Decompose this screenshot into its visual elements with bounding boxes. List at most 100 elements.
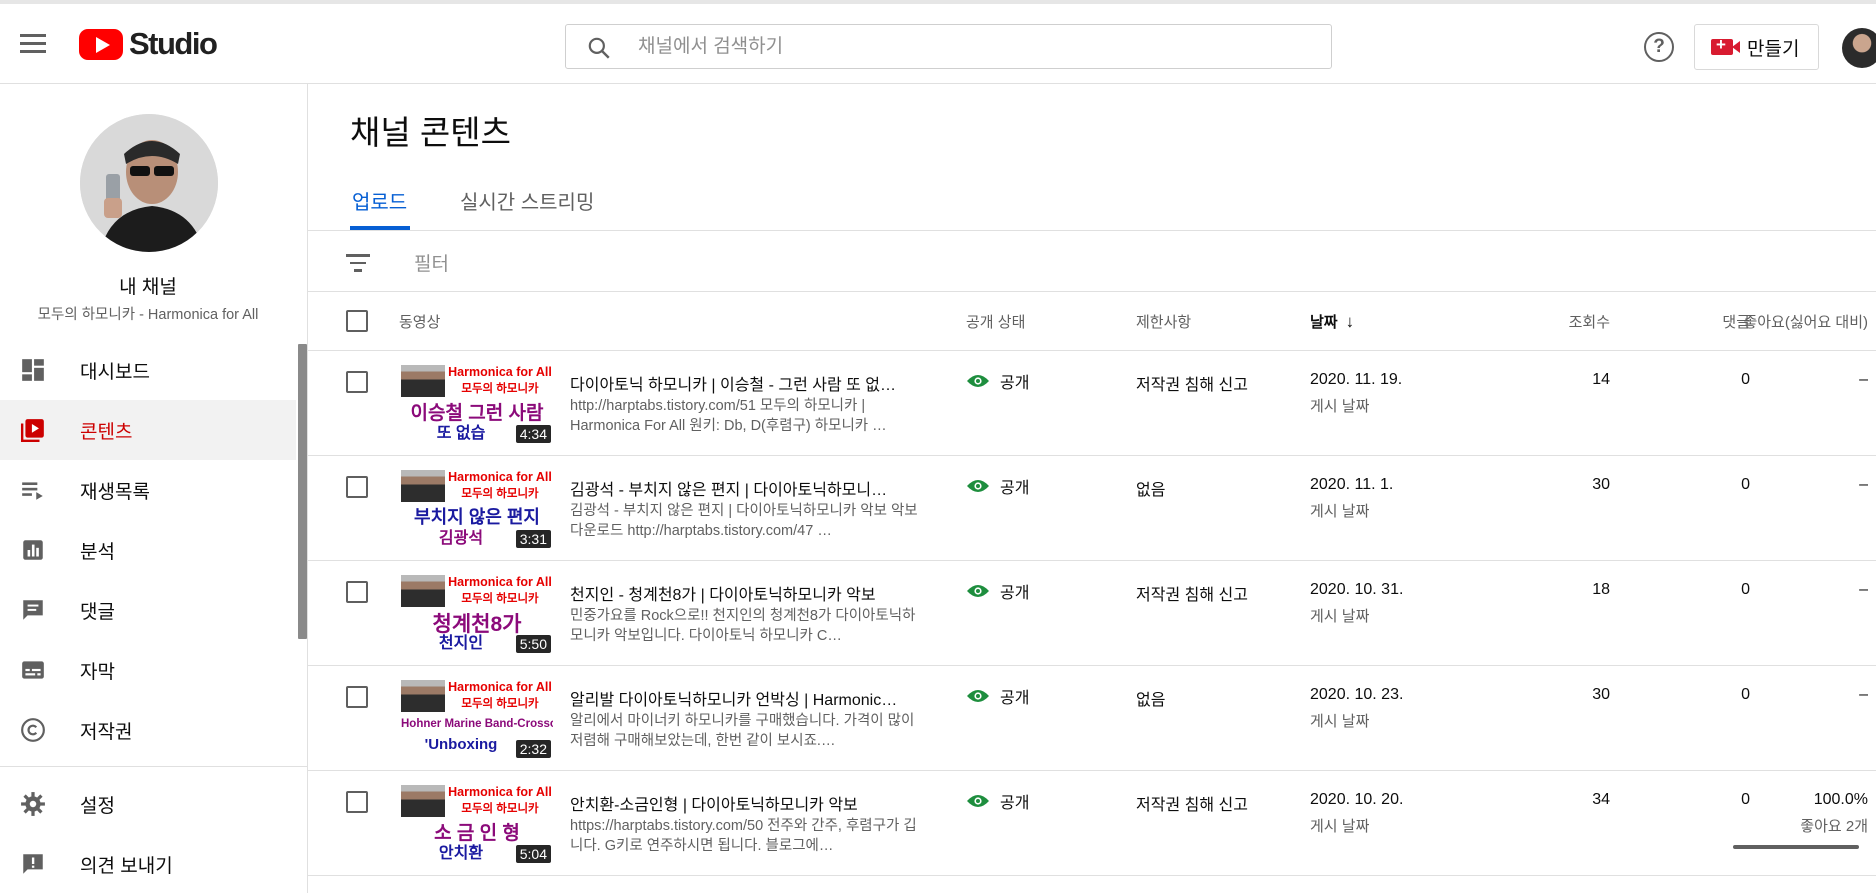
restriction-status[interactable]: 저작권 침해 신고 (1136, 791, 1248, 815)
account-avatar[interactable] (1842, 28, 1876, 68)
sidebar-item-feedback[interactable]: 의견 보내기 (0, 834, 296, 894)
video-description: http://harptabs.tistory.com/51 모두의 하모니카 … (570, 398, 887, 434)
video-title[interactable]: 김광석 - 부치지 않은 편지 | 다이아토닉하모니… (570, 476, 925, 500)
visibility-status[interactable]: 공개 (966, 684, 1029, 708)
video-thumbnail[interactable]: Harmonica for All 모두의 하모니카 소 금 인 형 안치환 5… (401, 785, 553, 865)
video-thumbnail[interactable]: Harmonica for All 모두의 하모니카 부치지 않은 편지 김광석… (401, 470, 553, 550)
table-row[interactable]: Harmonica for All 모두의 하모니카 이승철 그런 사람 또 없… (308, 351, 1876, 456)
like-ratio: – (1859, 476, 1868, 493)
restriction-status[interactable]: 저작권 침해 신고 (1136, 581, 1248, 605)
visibility-label: 공개 (1000, 375, 1030, 392)
sidebar-item-analytics[interactable]: 분석 (0, 520, 296, 580)
search-icon (588, 37, 610, 59)
video-thumbnail[interactable]: Harmonica for All 모두의 하모니카 Hohner Marine… (401, 680, 553, 760)
thumbnail-photo (401, 575, 445, 607)
thumbnail-text: Harmonica for All (448, 365, 552, 379)
sidebar-item-subtitles[interactable]: 자막 (0, 640, 296, 700)
sidebar-item-label: 설정 (80, 795, 115, 817)
visibility-status[interactable]: 공개 (966, 369, 1029, 393)
publish-date: 2020. 10. 31. (1310, 581, 1404, 598)
column-header-likes[interactable]: 좋아요(싫어요 대비) (1708, 311, 1868, 332)
playlist-icon (22, 482, 43, 500)
like-count: 좋아요 2개 (1800, 818, 1868, 835)
comment-count: 0 (1741, 371, 1750, 388)
analytics-icon (23, 540, 43, 560)
search-input[interactable] (636, 25, 1316, 68)
create-button[interactable]: 만들기 (1694, 24, 1819, 70)
subtitles-icon (22, 661, 44, 679)
channel-avatar-photo (80, 114, 218, 252)
thumbnail-text: Harmonica for All (448, 575, 552, 589)
help-icon[interactable]: ? (1644, 32, 1674, 62)
tab-uploads[interactable]: 업로드 (352, 186, 407, 230)
table-row[interactable]: Harmonica for All 모두의 하모니카 소 금 인 형 안치환 5… (308, 771, 1876, 876)
visibility-label: 공개 (1000, 480, 1030, 497)
video-title[interactable]: 다이아토닉 하모니카 | 이승철 - 그런 사람 또 없… (570, 371, 925, 395)
visibility-status[interactable]: 공개 (966, 579, 1029, 603)
comment-count: 0 (1741, 791, 1750, 808)
sidebar-divider (0, 766, 308, 767)
channel-name: 모두의 하모니카 - Harmonica for All (37, 307, 259, 323)
column-header-views[interactable]: 조회수 (1478, 311, 1610, 332)
video-title[interactable]: 안치환-소금인형 | 다이아토닉하모니카 악보 (570, 791, 925, 815)
select-all-checkbox[interactable] (346, 310, 368, 332)
thumbnail-text: Harmonica for All (448, 785, 552, 799)
sidebar-item-dashboard[interactable]: 대시보드 (0, 340, 296, 400)
row-checkbox[interactable] (346, 686, 368, 708)
thumbnail-text: 모두의 하모니카 (461, 803, 539, 815)
thumbnail-photo (401, 365, 445, 397)
row-checkbox[interactable] (346, 371, 368, 393)
sidebar-item-settings[interactable]: 설정 (0, 774, 296, 834)
restriction-status[interactable]: 저작권 침해 신고 (1136, 371, 1248, 395)
tab-live-streaming[interactable]: 실시간 스트리밍 (460, 186, 594, 230)
row-checkbox[interactable] (346, 581, 368, 603)
visibility-status[interactable]: 공개 (966, 474, 1029, 498)
sidebar-scrollbar[interactable] (298, 344, 307, 639)
video-description: 민중가요를 Rock으로!! 천지인의 청계천8가 다이아토닉하모니카 악보입니… (570, 608, 916, 644)
channel-search-box[interactable] (565, 24, 1332, 69)
like-ratio-bar (1733, 845, 1859, 849)
restriction-status[interactable]: 없음 (1136, 686, 1165, 710)
video-duration: 3:31 (515, 530, 551, 548)
sidebar-item-copyright[interactable]: 저작권 (0, 700, 296, 760)
row-checkbox[interactable] (346, 791, 368, 813)
like-ratio: – (1859, 371, 1868, 388)
filter-divider (308, 291, 1876, 292)
video-thumbnail[interactable]: Harmonica for All 모두의 하모니카 청계천8가 천지인 5:5… (401, 575, 553, 655)
like-ratio: – (1859, 581, 1868, 598)
row-checkbox[interactable] (346, 476, 368, 498)
column-header-visibility: 공개 상태 (966, 314, 1026, 331)
eye-icon (967, 585, 989, 597)
table-row[interactable]: Harmonica for All 모두의 하모니카 부치지 않은 편지 김광석… (308, 456, 1876, 561)
sort-descending-icon: ↓ (1345, 311, 1355, 331)
video-thumbnail[interactable]: Harmonica for All 모두의 하모니카 이승철 그런 사람 또 없… (401, 365, 553, 445)
sidebar-item-comments[interactable]: 댓글 (0, 580, 296, 640)
thumbnail-photo (401, 680, 445, 712)
date-label: 게시 날짜 (1310, 713, 1370, 730)
sidebar-item-content[interactable]: 콘텐츠 (0, 400, 296, 460)
video-duration: 4:34 (515, 425, 551, 443)
sidebar-item-label: 재생목록 (80, 481, 150, 503)
hamburger-menu-icon[interactable] (20, 34, 46, 54)
column-header-date[interactable]: 날짜 ↓ (1310, 311, 1354, 332)
publish-date: 2020. 10. 20. (1310, 791, 1404, 808)
table-row[interactable]: Harmonica for All 모두의 하모니카 Hohner Marine… (308, 666, 1876, 771)
sidebar-item-playlists[interactable]: 재생목록 (0, 460, 296, 520)
thumbnail-text: 김광석 (438, 530, 484, 547)
video-title[interactable]: 알리발 다이아토닉하모니카 언박싱 | Harmonic… (570, 686, 925, 710)
visibility-status[interactable]: 공개 (966, 789, 1029, 813)
eye-icon (967, 480, 989, 492)
column-header-restrictions: 제한사항 (1136, 314, 1192, 331)
view-count: 14 (1592, 371, 1610, 388)
eye-icon (967, 795, 989, 807)
table-row[interactable]: Harmonica for All 모두의 하모니카 청계천8가 천지인 5:5… (308, 561, 1876, 666)
video-title[interactable]: 천지인 - 청계천8가 | 다이아토닉하모니카 악보 (570, 581, 925, 605)
restriction-status[interactable]: 없음 (1136, 476, 1165, 500)
dashboard-icon (22, 359, 44, 381)
content-icon (20, 419, 44, 443)
youtube-studio-logo[interactable]: Studio (79, 26, 218, 62)
video-description: https://harptabs.tistory.com/50 전주와 간주, … (570, 818, 917, 854)
channel-avatar[interactable] (80, 114, 218, 252)
filter-input[interactable]: 필터 (414, 249, 449, 276)
filter-icon[interactable] (346, 254, 370, 272)
